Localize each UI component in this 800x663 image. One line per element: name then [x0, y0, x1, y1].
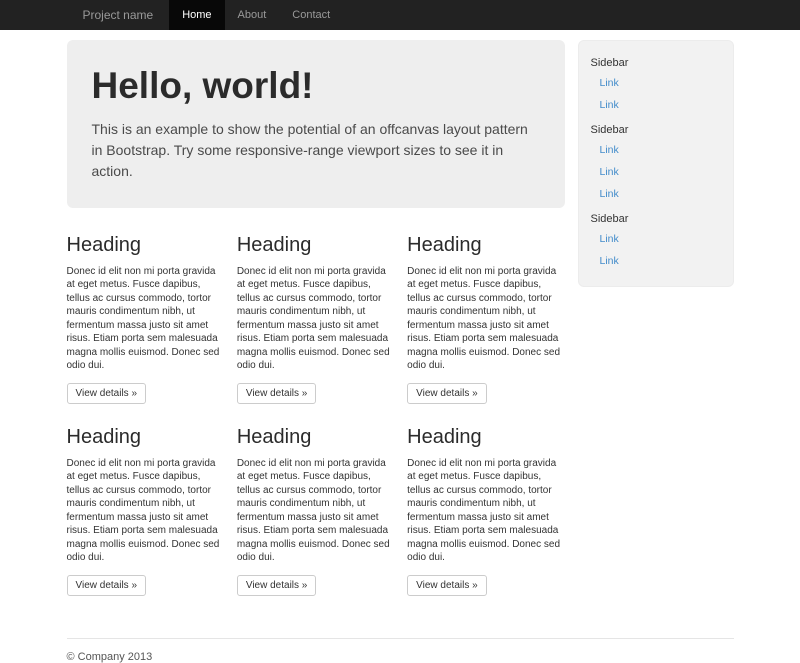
navbar-brand[interactable]: Project name [67, 0, 170, 30]
sidebar-group-3: Sidebar Link Link [579, 213, 733, 272]
card-heading: Heading [67, 234, 224, 257]
main-column: Hello, world! This is an example to show… [67, 40, 565, 612]
nav-item-contact: Contact [279, 0, 343, 30]
view-details-button[interactable]: View details » [407, 575, 487, 596]
sidebar-link[interactable]: Link [579, 250, 733, 272]
sidebar-link[interactable]: Link [579, 72, 733, 94]
jumbotron-title: Hello, world! [92, 66, 540, 107]
navbar: Project name Home About Contact [0, 0, 800, 30]
sidebar-link[interactable]: Link [579, 139, 733, 161]
view-details-button[interactable]: View details » [237, 575, 317, 596]
card-body: Donec id elit non mi porta gravida at eg… [407, 265, 564, 373]
card-body: Donec id elit non mi porta gravida at eg… [407, 457, 564, 565]
sidebar-heading: Sidebar [579, 213, 733, 225]
sidebar-link[interactable]: Link [579, 94, 733, 116]
jumbotron-text: This is an example to show the potential… [92, 119, 540, 182]
content-row: Hello, world! This is an example to show… [67, 40, 734, 612]
sidebar-group-2: Sidebar Link Link Link [579, 124, 733, 205]
card-body: Donec id elit non mi porta gravida at eg… [237, 265, 394, 373]
footer-divider [67, 638, 734, 639]
view-details-button[interactable]: View details » [237, 383, 317, 404]
card: Heading Donec id elit non mi porta gravi… [67, 420, 224, 596]
nav-item-home: Home [169, 0, 224, 30]
card: Heading Donec id elit non mi porta gravi… [67, 228, 224, 404]
navbar-menu: Home About Contact [169, 0, 343, 30]
cards-row-2: Heading Donec id elit non mi porta gravi… [67, 420, 565, 596]
card: Heading Donec id elit non mi porta gravi… [407, 228, 564, 404]
card-heading: Heading [407, 234, 564, 257]
sidebar-heading: Sidebar [579, 57, 733, 69]
card-heading: Heading [67, 426, 224, 449]
card: Heading Donec id elit non mi porta gravi… [407, 420, 564, 596]
sidebar-link[interactable]: Link [579, 161, 733, 183]
card-body: Donec id elit non mi porta gravida at eg… [67, 265, 224, 373]
navbar-container: Project name Home About Contact [67, 0, 734, 30]
sidebar-link[interactable]: Link [579, 183, 733, 205]
jumbotron: Hello, world! This is an example to show… [67, 40, 565, 208]
sidebar-link[interactable]: Link [579, 228, 733, 250]
sidebar: Sidebar Link Link Sidebar Link Link Link… [578, 40, 734, 287]
card-heading: Heading [237, 234, 394, 257]
view-details-button[interactable]: View details » [67, 575, 147, 596]
card-body: Donec id elit non mi porta gravida at eg… [67, 457, 224, 565]
cards-row-1: Heading Donec id elit non mi porta gravi… [67, 228, 565, 404]
nav-link-contact[interactable]: Contact [279, 0, 343, 30]
nav-item-about: About [225, 0, 280, 30]
nav-link-about[interactable]: About [225, 0, 280, 30]
nav-link-home[interactable]: Home [169, 0, 224, 30]
copyright: © Company 2013 [67, 651, 734, 663]
card: Heading Donec id elit non mi porta gravi… [237, 228, 394, 404]
card-heading: Heading [237, 426, 394, 449]
card-body: Donec id elit non mi porta gravida at eg… [237, 457, 394, 565]
sidebar-group-1: Sidebar Link Link [579, 57, 733, 116]
page-container: Hello, world! This is an example to show… [67, 30, 734, 663]
view-details-button[interactable]: View details » [67, 383, 147, 404]
card-heading: Heading [407, 426, 564, 449]
sidebar-heading: Sidebar [579, 124, 733, 136]
card: Heading Donec id elit non mi porta gravi… [237, 420, 394, 596]
footer: © Company 2013 [67, 651, 734, 663]
view-details-button[interactable]: View details » [407, 383, 487, 404]
